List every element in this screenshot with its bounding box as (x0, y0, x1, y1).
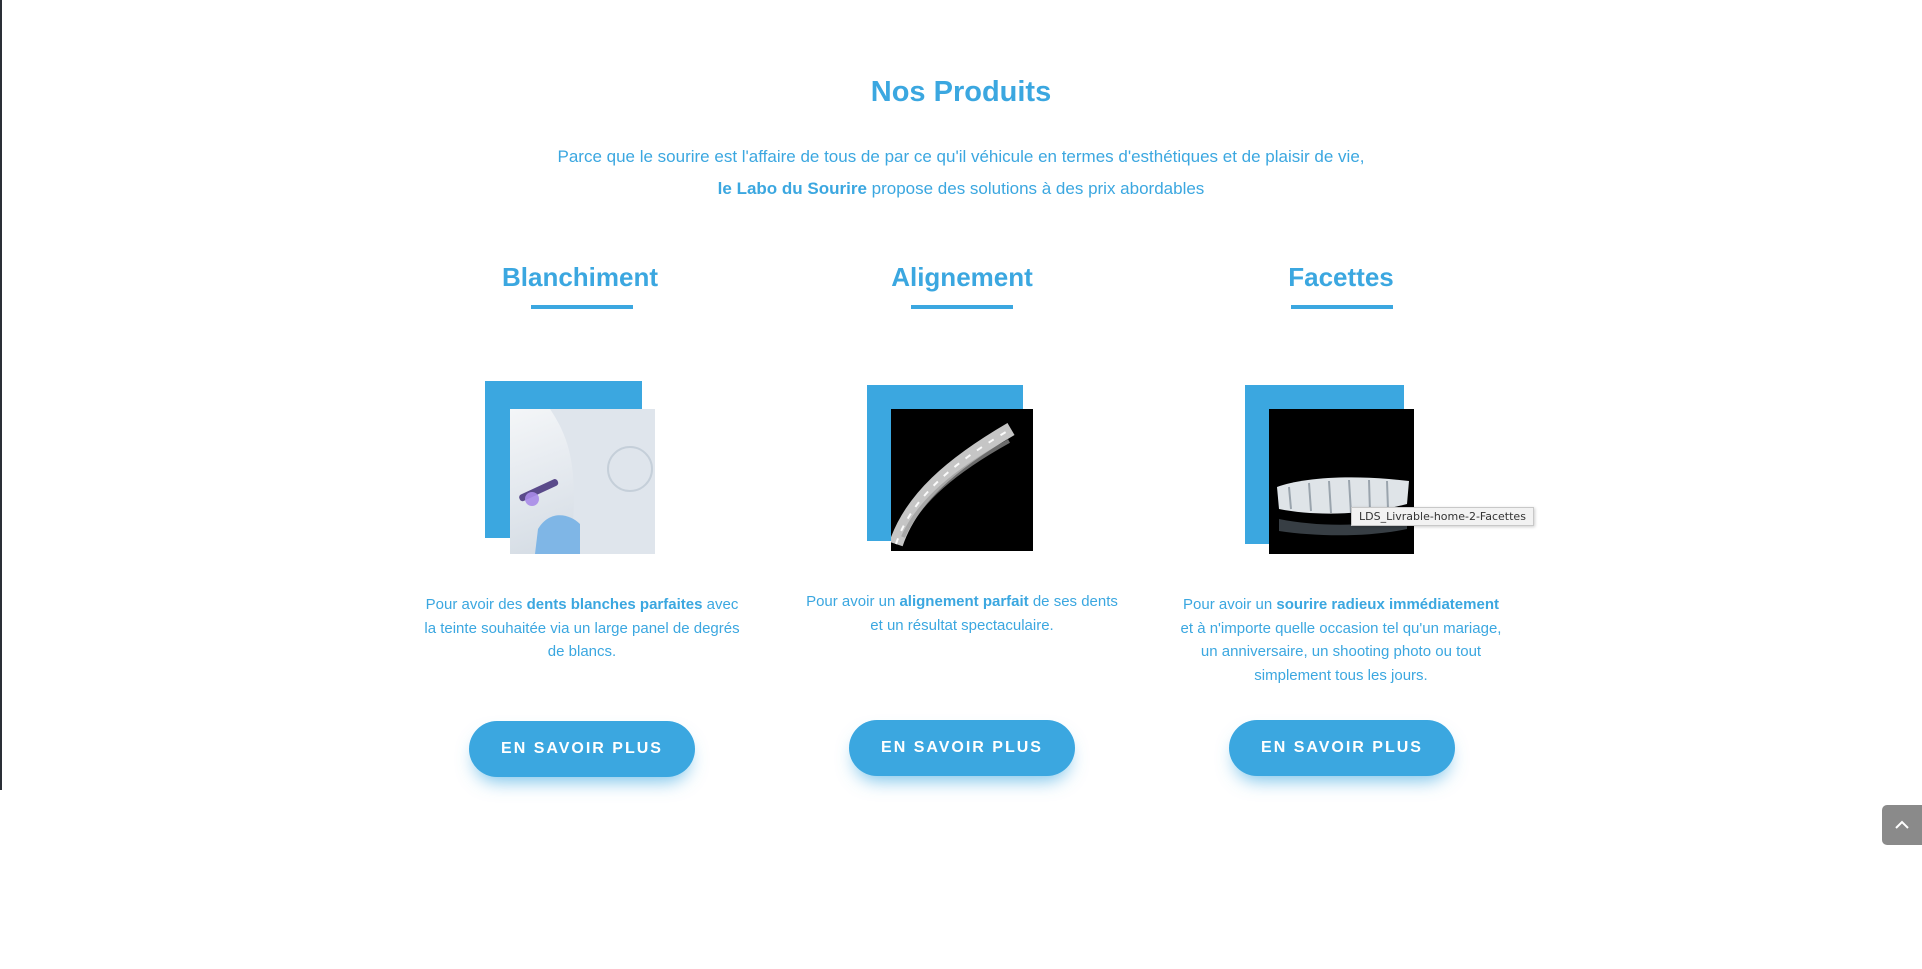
desc-highlight: dents blanches parfaites (526, 596, 703, 613)
product-title-facettes: Facettes (1288, 262, 1394, 292)
product-image-facettes (1269, 409, 1414, 554)
product-description-facettes: Pour avoir un sourire radieux immédiatem… (1176, 593, 1506, 687)
learn-more-button-alignement[interactable]: EN SAVOIR PLUS (849, 720, 1075, 776)
veneers-photo-icon (1277, 477, 1409, 536)
desc-text: et à n'importe quelle occasion tel qu'un… (1180, 619, 1502, 684)
learn-more-button-blanchiment[interactable]: EN SAVOIR PLUS (469, 721, 695, 777)
product-description-alignement: Pour avoir un alignement parfait de ses … (800, 590, 1124, 637)
product-underline (911, 305, 1013, 309)
left-edge-border (0, 0, 2, 790)
product-underline (1291, 305, 1393, 309)
learn-more-button-facettes[interactable]: EN SAVOIR PLUS (1229, 720, 1455, 776)
desc-text: Pour avoir un (806, 593, 900, 610)
chevron-up-icon (1895, 820, 1909, 829)
desc-text: Pour avoir un (1183, 596, 1277, 613)
product-underline (531, 305, 633, 309)
product-image-alignement (891, 409, 1033, 551)
desc-text: Pour avoir des (425, 596, 527, 613)
intro-line-2-rest: propose des solutions à des prix abordab… (866, 179, 1205, 198)
aligner-photo-icon (891, 422, 1015, 547)
section-title: Nos Produits (870, 76, 1052, 108)
whitening-photo-icon (519, 409, 655, 554)
product-title-alignement: Alignement (891, 262, 1033, 292)
product-title-blanchiment: Blanchiment (501, 262, 659, 292)
intro-line-2: le Labo du Sourire propose des solutions… (0, 179, 1922, 199)
scroll-to-top-button[interactable] (1882, 805, 1922, 845)
product-description-blanchiment: Pour avoir des dents blanches parfaites … (418, 593, 746, 664)
brand-name: le Labo du Sourire (717, 179, 867, 198)
desc-highlight: sourire radieux immédiatement (1276, 596, 1499, 613)
product-image-blanchiment (510, 409, 655, 554)
intro-line-1: Parce que le sourire est l'affaire de to… (557, 147, 1365, 166)
desc-highlight: alignement parfait (899, 593, 1029, 610)
image-tooltip: LDS_Livrable-home-2-Facettes (1351, 507, 1534, 526)
